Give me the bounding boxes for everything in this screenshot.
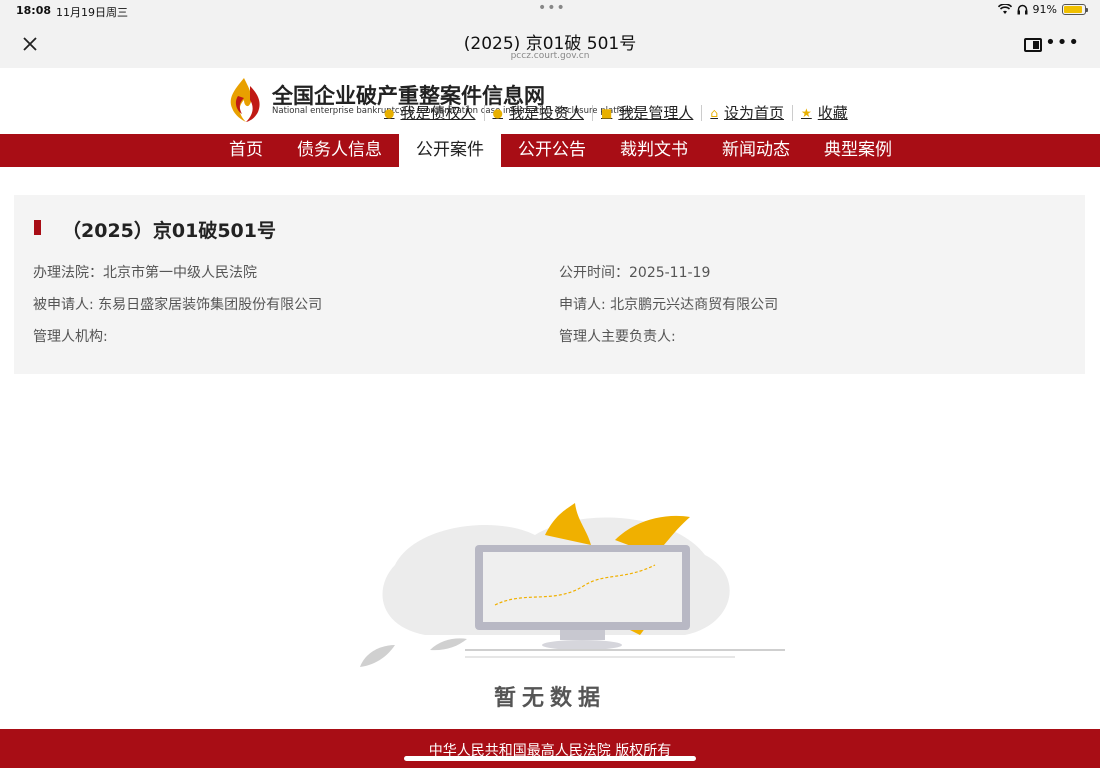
menu-typical-cases[interactable]: 典型案例	[807, 134, 909, 167]
link-favorite-label: 收藏	[817, 104, 848, 122]
link-administrator[interactable]: ■ 我是管理人	[593, 102, 701, 123]
flame-logo-icon	[230, 78, 260, 122]
administrator-head: 管理人主要负责人:	[559, 329, 676, 345]
star-icon: ★	[801, 105, 812, 120]
menu-judgments[interactable]: 裁判文书	[603, 134, 705, 167]
main-menu-bar: 首页 债务人信息 公开案件 公开公告 裁判文书 新闻动态 典型案例	[0, 134, 1100, 167]
multitask-dots-icon[interactable]: •••	[538, 0, 566, 16]
status-bar: 18:08 11月19日周三 ••• 91%	[0, 0, 1100, 22]
more-icon[interactable]: •••	[1045, 32, 1080, 53]
badge-icon: ■	[601, 105, 613, 120]
menu-news[interactable]: 新闻动态	[705, 134, 807, 167]
battery-icon	[1062, 4, 1088, 15]
browser-nav-bar: (2025) 京01破 501号 pccz.court.gov.cn •••	[0, 22, 1100, 68]
link-creditor-label: 我是债权人	[400, 104, 476, 122]
split-view-icon[interactable]	[1024, 38, 1042, 52]
empty-state-text: 暂无数据	[493, 686, 606, 711]
respondent: 被申请人: 东易日盛家居装饰集团股份有限公司	[33, 297, 323, 313]
menu-public-notices[interactable]: 公开公告	[501, 134, 603, 167]
case-info-card: （2025）京01破501号 办理法院：北京市第一中级人民法院 公开时间：202…	[14, 195, 1085, 374]
home-indicator[interactable]	[404, 756, 696, 761]
site-footer: 中华人民共和国最高人民法院 版权所有	[0, 729, 1100, 768]
applicant: 申请人: 北京鹏元兴达商贸有限公司	[559, 297, 779, 313]
title-accent-bar	[34, 220, 41, 235]
link-set-homepage[interactable]: ⌂ 设为首页	[702, 102, 792, 123]
handling-court: 办理法院：北京市第一中级人民法院	[33, 265, 257, 281]
user-icon: ●	[384, 105, 395, 120]
page-url: pccz.court.gov.cn	[510, 51, 590, 61]
main-menu: 首页 债务人信息 公开案件 公开公告 裁判文书 新闻动态 典型案例	[212, 134, 909, 167]
wifi-icon	[997, 4, 1012, 14]
link-creditor[interactable]: ● 我是债权人	[376, 102, 484, 123]
coin-icon: ●	[492, 105, 503, 120]
link-administrator-label: 我是管理人	[618, 104, 694, 122]
link-investor[interactable]: ● 我是投资人	[485, 102, 593, 123]
header-links: ● 我是债权人 ● 我是投资人 ■ 我是管理人 ⌂ 设为首页 ★ 收藏	[376, 102, 856, 123]
menu-home[interactable]: 首页	[212, 134, 280, 167]
status-time: 18:08	[16, 4, 52, 17]
link-favorite[interactable]: ★ 收藏	[793, 102, 856, 123]
link-set-homepage-label: 设为首页	[723, 104, 784, 122]
menu-public-cases[interactable]: 公开案件	[399, 134, 501, 167]
empty-state-illustration	[360, 503, 785, 667]
headphones-icon	[1017, 4, 1028, 15]
site-header: 全国企业破产重整案件信息网 National enterprise bankru…	[0, 68, 1100, 134]
link-investor-label: 我是投资人	[508, 104, 584, 122]
administrator-org: 管理人机构:	[33, 329, 108, 345]
menu-debtor-info[interactable]: 债务人信息	[280, 134, 399, 167]
battery-percent: 91%	[1032, 3, 1057, 16]
home-icon: ⌂	[710, 105, 718, 120]
status-date: 11月19日周三	[56, 6, 128, 19]
case-number-title: （2025）京01破501号	[62, 220, 276, 242]
public-time: 公开时间：2025-11-19	[559, 265, 711, 281]
